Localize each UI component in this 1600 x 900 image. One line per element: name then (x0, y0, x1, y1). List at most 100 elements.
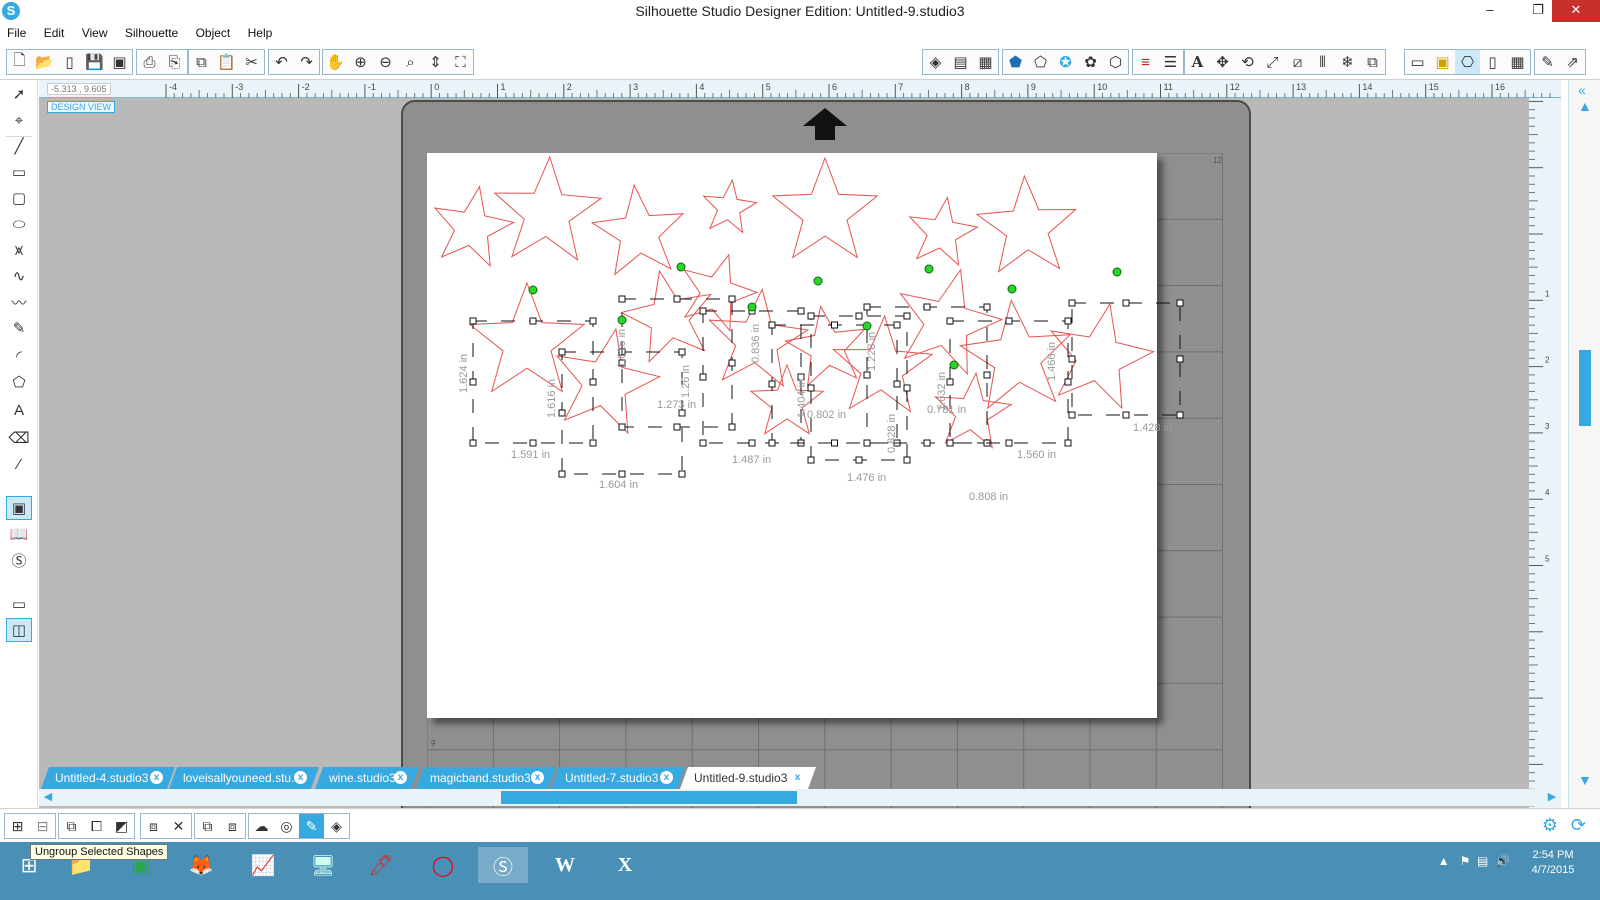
print-icon[interactable]: ⎙ (137, 50, 162, 74)
send-to-back-icon[interactable]: ⧈ (220, 814, 245, 838)
tab-loveisallyouneed[interactable]: loveisallyouneed.stu... x (169, 767, 319, 789)
pan-icon[interactable]: ✋ (323, 50, 348, 74)
zoom-out-icon[interactable]: ⊖ (373, 50, 398, 74)
transform-icon[interactable]: ✥ (1210, 50, 1235, 74)
volume-icon[interactable]: 🔊 (1495, 854, 1510, 868)
ellipse-tool-icon[interactable]: ⬭ (6, 212, 32, 236)
open-icon[interactable]: 📂 (32, 50, 57, 74)
duplicate-icon[interactable]: ⧈ (141, 814, 166, 838)
zoom-select-icon[interactable]: ⌕ (398, 50, 423, 74)
library-view-icon[interactable]: 📖 (6, 522, 32, 546)
star-artwork[interactable]: 1.624 in 1.591 in 1.616 in 1.604 in 1.616 in… (427, 153, 1187, 553)
firefox-icon[interactable]: 🦊 (176, 847, 226, 883)
arc-tool-icon[interactable]: ◜ (6, 344, 32, 368)
tab-untitled-9[interactable]: Untitled-9.studio3 x (680, 767, 816, 789)
offset-icon[interactable]: ▭ (1405, 50, 1430, 74)
menu-edit[interactable]: Edit (37, 24, 72, 40)
split-panel-icon[interactable]: ◫ (6, 618, 32, 642)
template-icon[interactable]: ▯ (57, 50, 82, 74)
line-icon[interactable]: ☰ (1158, 50, 1183, 74)
remote-desktop-icon[interactable]: 🖊 (356, 847, 406, 883)
scroll-right-icon[interactable]: ▶ (1545, 790, 1559, 805)
tab-close-icon[interactable]: x (150, 771, 163, 784)
zoom-drag-icon[interactable]: ⇕ (423, 50, 448, 74)
tab-untitled-7[interactable]: Untitled-7.studio3 x (551, 767, 685, 789)
new-icon[interactable]: 🗋 (7, 50, 32, 74)
undo-icon[interactable]: ↶ (269, 50, 294, 74)
text-icon[interactable]: A (1185, 50, 1210, 74)
release-compound-path-icon[interactable]: ⧠ (84, 814, 109, 838)
single-panel-icon[interactable]: ▭ (6, 592, 32, 616)
tab-untitled-4[interactable]: Untitled-4.studio3 x (41, 767, 175, 789)
fit-to-page-icon[interactable]: ⛶ (448, 50, 473, 74)
menu-file[interactable]: File (0, 24, 33, 40)
smooth-freehand-tool-icon[interactable]: ✎ (6, 316, 32, 340)
modify-icon[interactable]: ⧉ (1360, 50, 1385, 74)
ungroup-icon[interactable]: ⊟ (30, 814, 55, 838)
scale-icon[interactable]: ⤢ (1260, 50, 1285, 74)
align-icon[interactable]: ⫴ (1310, 50, 1335, 74)
control-panel-icon[interactable]: 🖥 (298, 847, 348, 883)
refresh-icon[interactable]: ⟳ (1571, 815, 1586, 836)
cut-icon[interactable]: ✂ (239, 50, 264, 74)
weld-icon[interactable]: ☁ (249, 814, 274, 838)
network-icon[interactable]: ▤ (1477, 854, 1488, 868)
freehand-tool-icon[interactable]: 〰 (6, 290, 32, 314)
print-cut-icon[interactable]: ⎘ (162, 50, 187, 74)
opera-icon[interactable]: ◯ (418, 847, 468, 883)
silhouette-taskbar-icon[interactable]: Ⓢ (478, 847, 528, 883)
menu-help[interactable]: Help (241, 24, 280, 40)
tab-close-icon[interactable]: x (394, 771, 407, 784)
excel-icon[interactable]: X (600, 847, 650, 883)
scroll-left-icon[interactable]: ◀ (41, 790, 55, 805)
replicate-icon[interactable]: ❄ (1335, 50, 1360, 74)
edit-points-tool-icon[interactable]: ⌖ (6, 108, 32, 132)
save-icon[interactable]: 💾 (82, 50, 107, 74)
vertical-scroll-thumb[interactable] (1579, 350, 1591, 426)
pattern-icon[interactable]: ✿ (1078, 50, 1103, 74)
shear-icon[interactable]: ⧄ (1285, 50, 1310, 74)
save-as-icon[interactable]: ▣ (107, 50, 132, 74)
text-tool-icon[interactable]: A (6, 398, 32, 422)
send-to-silhouette-icon[interactable]: ▯ (1480, 50, 1505, 74)
bring-to-front-icon[interactable]: ⧉ (195, 814, 220, 838)
task-manager-icon[interactable]: 📈 (238, 847, 288, 883)
settings-gear-icon[interactable]: ⚙ (1542, 815, 1558, 836)
gradient-icon[interactable]: ✪ (1053, 50, 1078, 74)
layers-icon[interactable]: ⬡ (1103, 50, 1128, 74)
select-tool-icon[interactable]: ➚ (6, 82, 32, 106)
scroll-up-icon[interactable]: ▲ (1578, 98, 1592, 114)
group-icon[interactable]: ⊞ (5, 814, 30, 838)
word-icon[interactable]: W (540, 847, 590, 883)
registration-icon[interactable]: ▦ (973, 50, 998, 74)
line-tool-icon[interactable]: ╱ (6, 134, 32, 158)
trace-icon[interactable]: ▣ (1430, 50, 1455, 74)
horizontal-scrollbar[interactable]: ◀ ▶ (39, 789, 1561, 806)
store-view-icon[interactable]: Ⓢ (6, 548, 32, 572)
fill-color-icon[interactable]: ⬟ (1003, 50, 1028, 74)
tray-expand-icon[interactable]: ▲ (1438, 854, 1450, 868)
rounded-rectangle-tool-icon[interactable]: ▢ (6, 186, 32, 210)
knife-tool-icon[interactable]: ∕ (6, 452, 32, 476)
page-setup-icon[interactable]: ◈ (923, 50, 948, 74)
collapse-panel-icon[interactable]: « (1578, 82, 1586, 98)
line-color-icon[interactable]: ⬠ (1028, 50, 1053, 74)
library-icon[interactable]: ▦ (1505, 50, 1530, 74)
fill-bottom-icon[interactable]: ◈ (324, 814, 349, 838)
copy-icon[interactable]: ⧉ (189, 50, 214, 74)
curve-tool-icon[interactable]: ∿ (6, 264, 32, 288)
tab-close-icon[interactable]: x (294, 771, 307, 784)
grid-icon[interactable]: ▤ (948, 50, 973, 74)
menu-view[interactable]: View (75, 24, 115, 40)
trace-bottom-icon[interactable]: ✎ (299, 814, 324, 838)
offset-bottom-icon[interactable]: ◎ (274, 814, 299, 838)
clock[interactable]: 2:54 PM 4/7/2015 (1518, 848, 1588, 878)
redo-icon[interactable]: ↷ (294, 50, 319, 74)
tab-wine[interactable]: wine.studio3 x (315, 767, 419, 789)
delete-icon[interactable]: ✕ (166, 814, 191, 838)
menu-object[interactable]: Object (189, 24, 238, 40)
rectangle-tool-icon[interactable]: ▭ (6, 160, 32, 184)
action-center-icon[interactable]: ⚑ (1460, 854, 1471, 868)
scroll-down-icon[interactable]: ▼ (1578, 772, 1592, 788)
menu-silhouette[interactable]: Silhouette (118, 24, 185, 40)
